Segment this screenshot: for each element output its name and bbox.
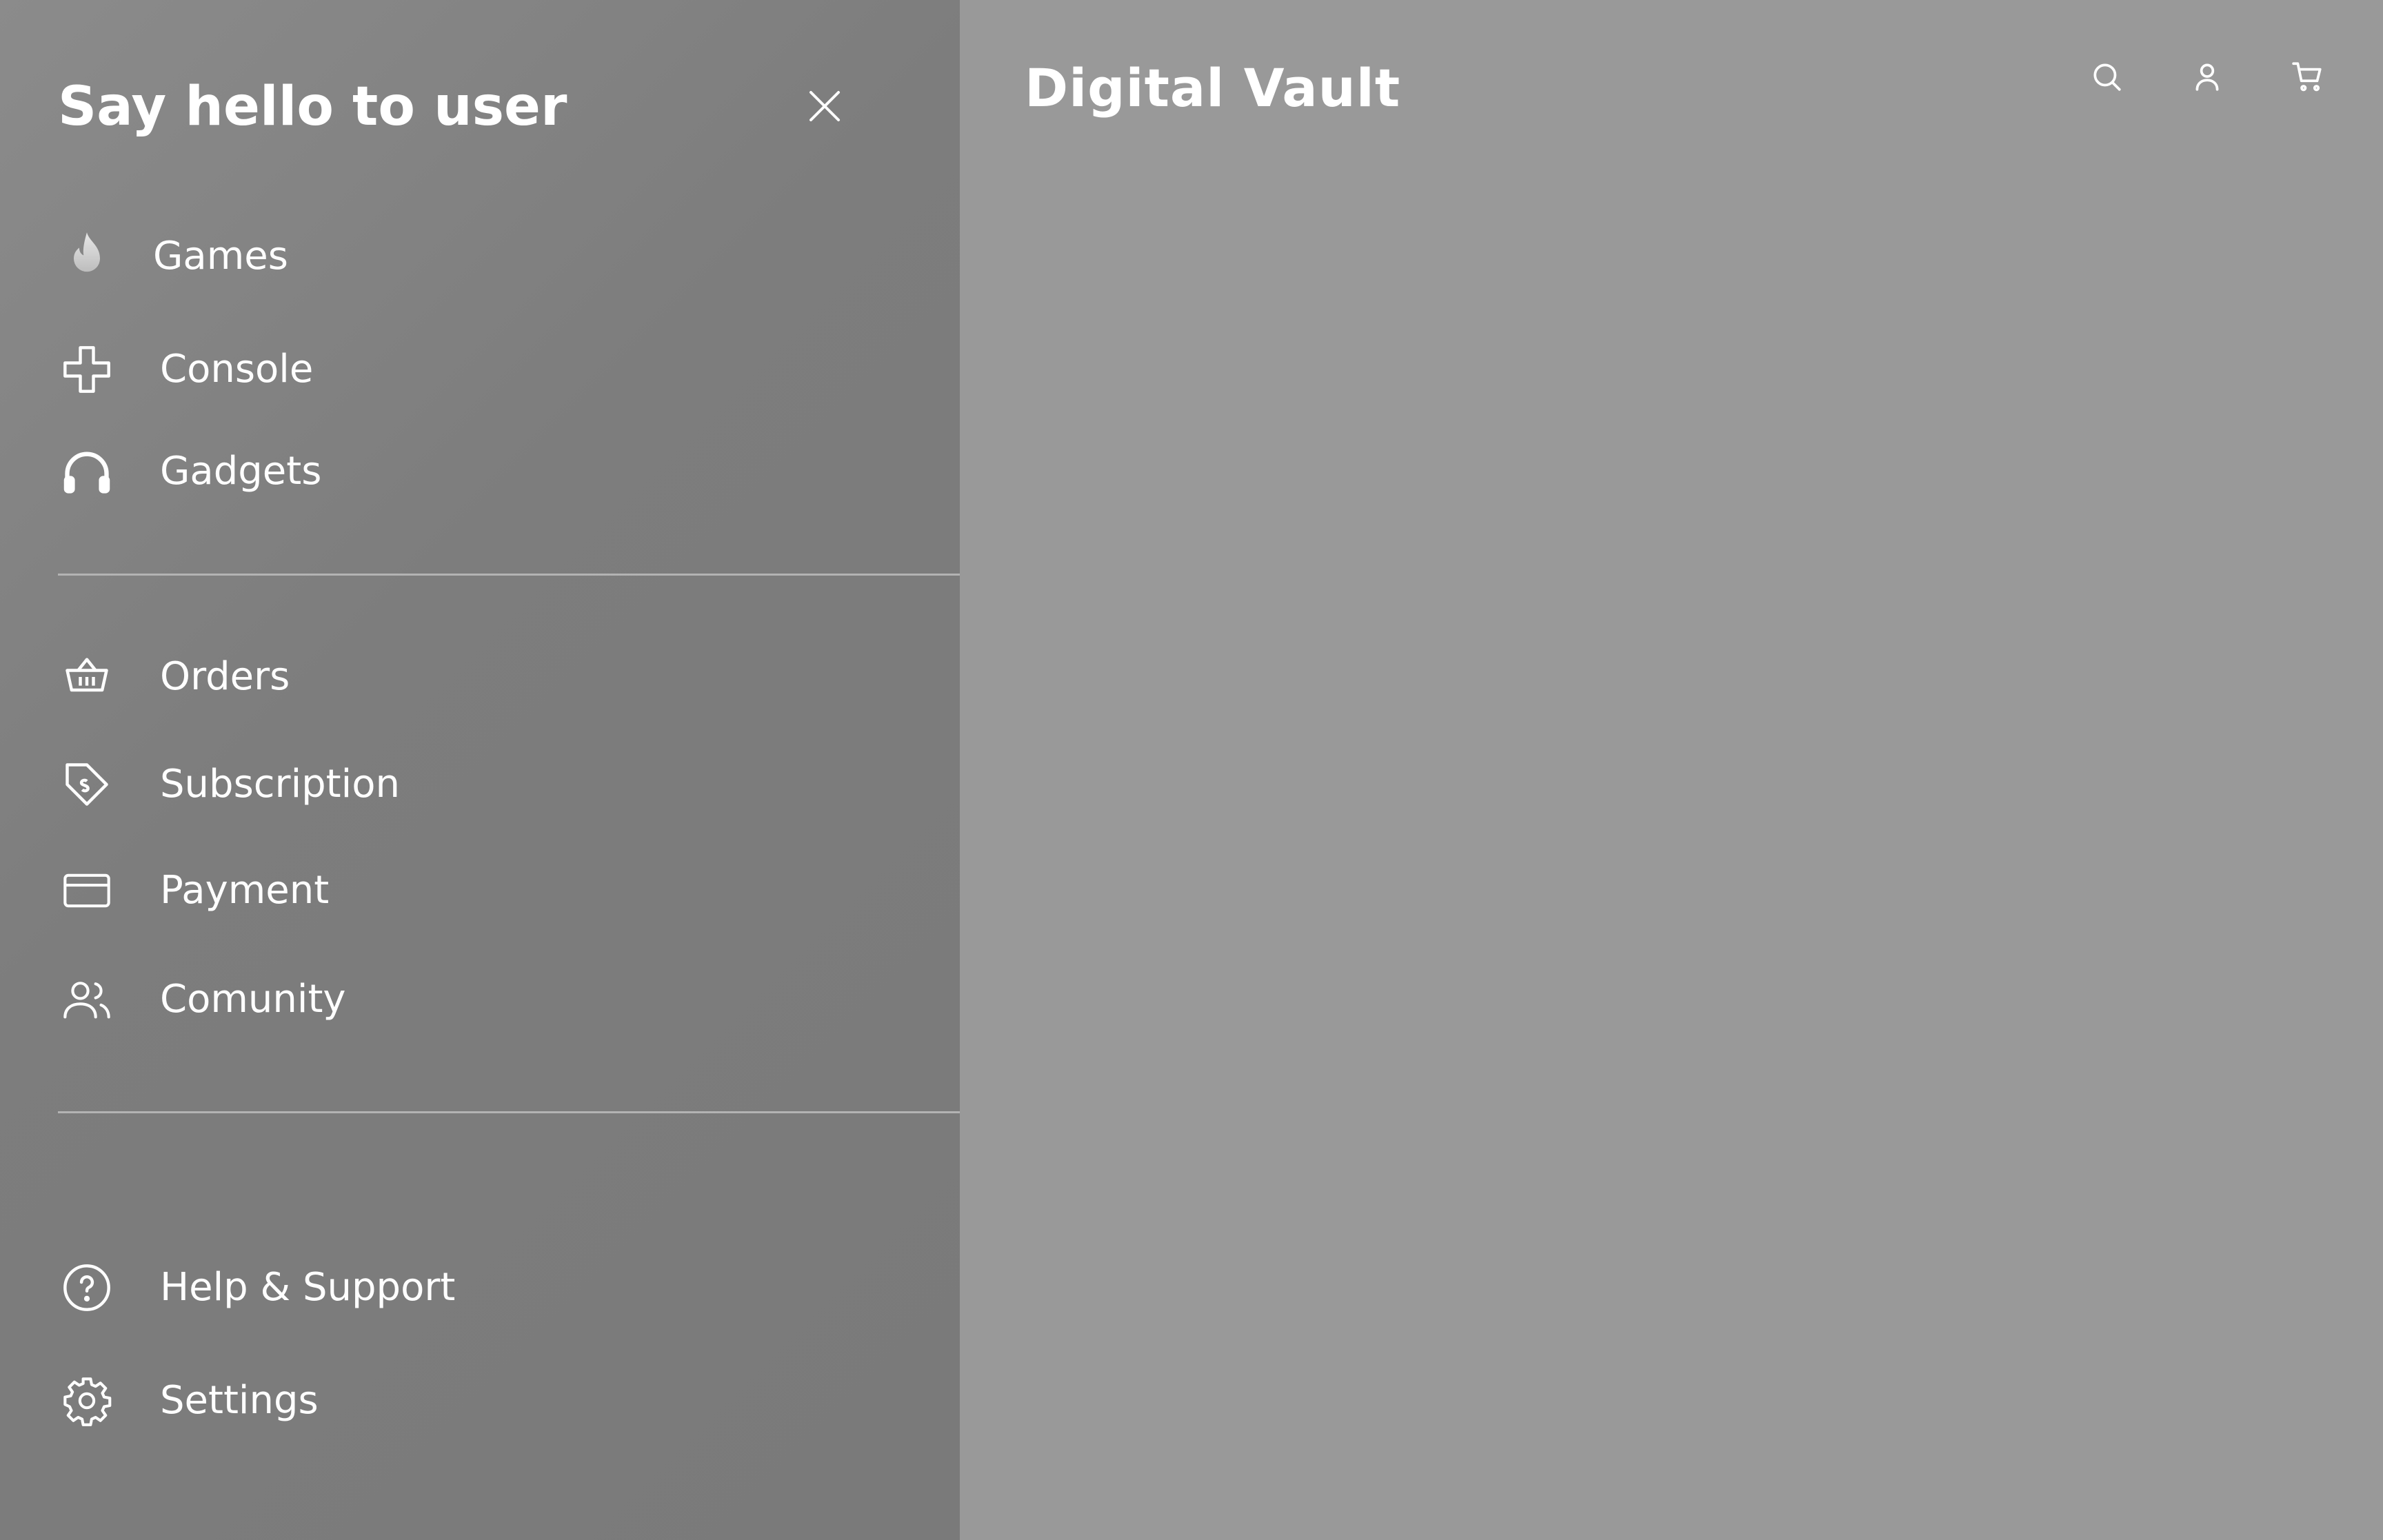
divider [58, 574, 960, 576]
menu-item-label: Settings [160, 1378, 319, 1423]
flame-icon [58, 227, 116, 285]
close-button[interactable] [800, 81, 849, 131]
side-drawer: Say hello to user Games Console Gadgets … [0, 0, 960, 1540]
menu-item-label: Subscription [160, 762, 400, 807]
credit-card-icon [58, 862, 116, 920]
drawer-title: Say hello to user [58, 76, 567, 138]
user-icon[interactable] [2189, 58, 2226, 95]
headphones-icon [58, 443, 116, 500]
menu-item-community[interactable]: Comunity [58, 966, 899, 1033]
menu-item-label: Payment [160, 868, 330, 913]
menu-item-help-support[interactable]: Help & Support [58, 1255, 899, 1321]
menu-item-label: Orders [160, 654, 290, 699]
basket-icon [58, 648, 116, 706]
divider [58, 1111, 960, 1113]
menu-item-subscription[interactable]: Subscription [58, 751, 899, 818]
menu-item-label: Console [160, 347, 314, 392]
search-icon[interactable] [2088, 58, 2125, 95]
dpad-icon [58, 341, 116, 398]
menu-item-orders[interactable]: Orders [58, 644, 899, 710]
menu-item-label: Help & Support [160, 1265, 456, 1310]
menu-item-gadgets[interactable]: Gadgets [58, 438, 899, 505]
menu-item-label: Comunity [160, 977, 346, 1022]
close-icon [810, 91, 840, 121]
tag-icon [58, 756, 116, 813]
menu-item-settings[interactable]: Settings [58, 1368, 899, 1434]
help-circle-icon [58, 1259, 116, 1317]
app-logo[interactable]: Digital Vault [1025, 55, 1400, 121]
menu-item-label: Games [153, 234, 288, 278]
gear-icon [58, 1372, 116, 1430]
cart-icon[interactable] [2289, 58, 2326, 95]
menu-item-console[interactable]: Console [58, 336, 899, 403]
menu-item-label: Gadgets [160, 449, 322, 494]
users-icon [58, 971, 116, 1029]
menu-item-games[interactable]: Games [58, 223, 899, 290]
menu-item-payment[interactable]: Payment [58, 858, 899, 924]
